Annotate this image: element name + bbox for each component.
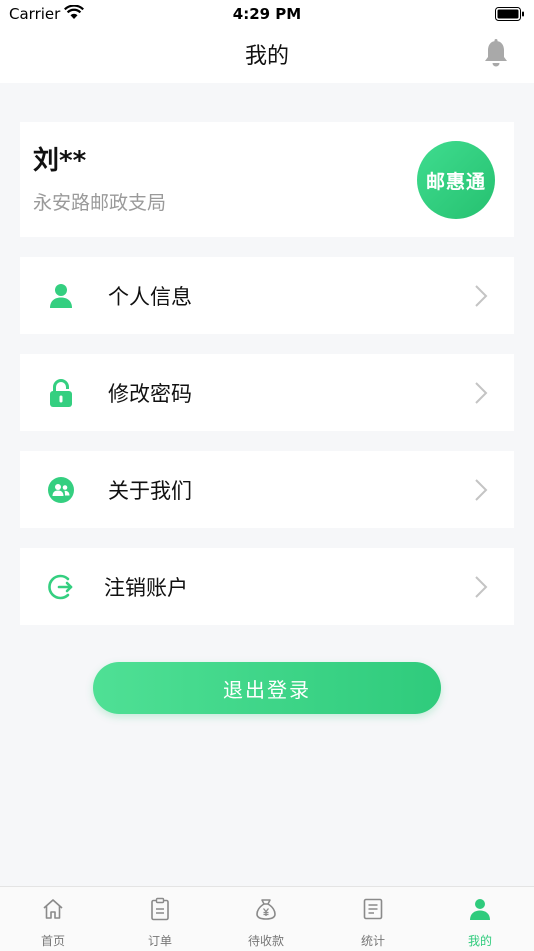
lock-icon [50,379,72,407]
menu-item-about-us[interactable]: 关于我们 [20,451,514,528]
menu-item-deactivate-account[interactable]: 注销账户 [20,548,514,625]
page-title: 我的 [244,44,289,69]
menu-label: 关于我们 [108,479,192,503]
group-icon [48,477,74,503]
tab-home[interactable]: 首页 [0,887,106,951]
chevron-right-icon [475,576,488,598]
clipboard-icon [151,897,169,921]
organization-name: 永安路邮政支局 [33,192,167,214]
brand-logo: 邮惠通 [417,141,495,219]
tab-label: 统计 [360,934,385,948]
person-icon [50,284,72,308]
home-icon [43,899,63,919]
person-icon [470,899,490,920]
status-bar: Carrier 4:29 PM [0,0,534,28]
chevron-right-icon [475,285,488,307]
tab-label: 待收款 [247,934,284,948]
status-time: 4:29 PM [232,5,302,23]
tab-label: 我的 [467,934,492,948]
bell-icon[interactable] [483,39,509,69]
logout-circle-icon [48,574,73,600]
menu-item-change-password[interactable]: 修改密码 [20,354,514,431]
menu-label: 个人信息 [108,285,192,309]
menu-label: 注销账户 [104,576,188,600]
chevron-right-icon [475,382,488,404]
tab-mine[interactable]: 我的 [427,887,533,951]
battery-icon [495,7,524,21]
menu-item-personal-info[interactable]: 个人信息 [20,257,514,334]
tab-statistics[interactable]: 统计 [320,887,426,951]
tab-pending-payment[interactable]: 待收款 [213,887,319,951]
tab-bar: 首页 订单 待收款 统计 我的 [0,886,534,951]
profile-card: 刘** 永安路邮政支局 邮惠通 [20,122,514,237]
tab-label: 首页 [40,934,65,948]
tab-orders[interactable]: 订单 [107,887,213,951]
navigation-bar: 我的 [0,28,534,83]
document-icon [363,898,383,920]
logout-button[interactable]: 退出登录 [93,662,441,714]
chevron-right-icon [475,479,488,501]
user-name: 刘** [33,146,87,176]
money-bag-icon [256,899,276,920]
tab-label: 订单 [147,934,172,948]
menu-label: 修改密码 [108,382,192,406]
